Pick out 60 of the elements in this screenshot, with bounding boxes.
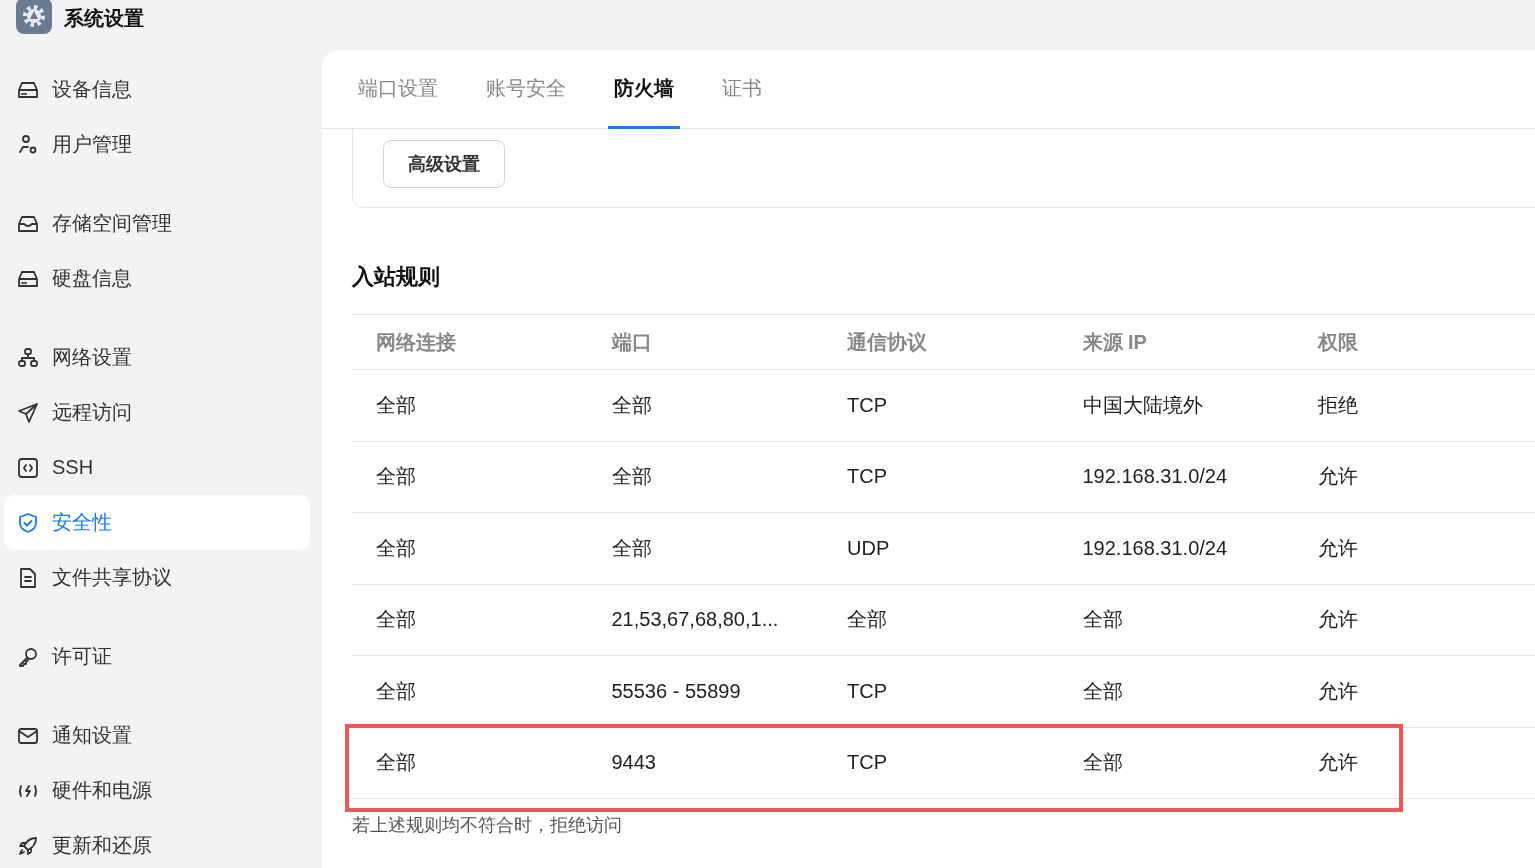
sidebar-item[interactable]: 通知设置 xyxy=(4,708,310,763)
table-cell-text: 192.168.31.0/24 xyxy=(1082,535,1229,561)
table-cell-text: 全部 xyxy=(376,607,417,633)
column-header: 来源 IP xyxy=(1082,329,1148,355)
sidebar-item[interactable]: 存储空间管理 xyxy=(4,196,310,251)
shield-icon xyxy=(16,510,40,535)
tab[interactable]: 证书 xyxy=(716,50,768,129)
tab[interactable]: 防火墙 xyxy=(608,50,680,129)
table-cell-text: 全部 xyxy=(376,750,417,776)
code-icon xyxy=(16,455,40,480)
table-cell-text: 全部 xyxy=(611,535,653,561)
sidebar-item[interactable]: 用户管理 xyxy=(4,117,310,172)
table-cell-text: 拒绝 xyxy=(1318,392,1359,418)
table-cell-text: 全部 xyxy=(376,535,417,561)
tab[interactable]: 账号安全 xyxy=(480,50,572,129)
sidebar-item[interactable]: 网络设置 xyxy=(4,330,310,385)
table-cell-text: 全部 xyxy=(1082,678,1124,704)
sidebar-item[interactable]: 硬盘信息 xyxy=(4,251,310,306)
tab[interactable]: 端口设置 xyxy=(352,50,444,129)
column-header: 权限 xyxy=(1318,329,1359,355)
table-cell-text: 全部 xyxy=(376,392,417,418)
table-cell-text: 全部 xyxy=(611,392,653,418)
table-cell-text: 允许 xyxy=(1318,750,1359,776)
table-cell-text: TCP xyxy=(847,464,888,490)
table-cell-text: 192.168.31.0/24 xyxy=(1082,464,1229,490)
table-cell-text: 允许 xyxy=(1318,678,1359,704)
table-cell-text: 55536 - 55899 xyxy=(611,678,742,704)
table-cell-text: TCP xyxy=(847,678,888,704)
table-cell-text: 9443 xyxy=(611,750,657,776)
app-title: 系统设置 xyxy=(64,5,144,31)
table-cell-text: TCP xyxy=(847,750,888,776)
table-cell-text: 允许 xyxy=(1318,464,1359,490)
table-cell-text: 中国大陆境外 xyxy=(1082,392,1204,418)
send-icon xyxy=(16,400,40,425)
table-cell-text: UDP xyxy=(847,535,891,561)
sidebar-item[interactable]: 远程访问 xyxy=(4,385,310,440)
column-header: 网络连接 xyxy=(376,329,457,355)
column-header: 端口 xyxy=(611,329,653,355)
advanced-settings-button[interactable]: 高级设置 xyxy=(383,140,505,188)
sidebar-item[interactable]: 更新和还原 xyxy=(4,818,310,868)
footnote: 若上述规则均不符合时，拒绝访问 xyxy=(352,814,623,837)
sidebar-item[interactable]: 安全性 xyxy=(4,495,310,550)
column-header: 通信协议 xyxy=(847,329,928,355)
table-cell-text: 全部 xyxy=(611,464,653,490)
sidebar-item[interactable]: 硬件和电源 xyxy=(4,763,310,818)
sidebar-item[interactable]: 文件共享协议 xyxy=(4,550,310,605)
table-cell-text: 全部 xyxy=(1082,607,1124,633)
section-title: 入站规则 xyxy=(352,263,441,291)
table-cell-text: 允许 xyxy=(1318,607,1359,633)
table-cell-text: 允许 xyxy=(1318,535,1359,561)
table-cell-text: 全部 xyxy=(1082,750,1124,776)
table-cell-text: TCP xyxy=(847,392,888,418)
sidebar-item[interactable]: 许可证 xyxy=(4,629,310,684)
sidebar-item[interactable]: 设备信息 xyxy=(4,62,310,117)
table-cell-text: 21,53,67,68,80,1... xyxy=(611,607,780,633)
sidebar-item[interactable]: SSH xyxy=(4,440,310,495)
table-cell-text: 全部 xyxy=(376,678,417,704)
table-cell-text: 全部 xyxy=(847,607,888,633)
network-icon xyxy=(16,345,40,370)
table-cell-text: 全部 xyxy=(376,464,417,490)
